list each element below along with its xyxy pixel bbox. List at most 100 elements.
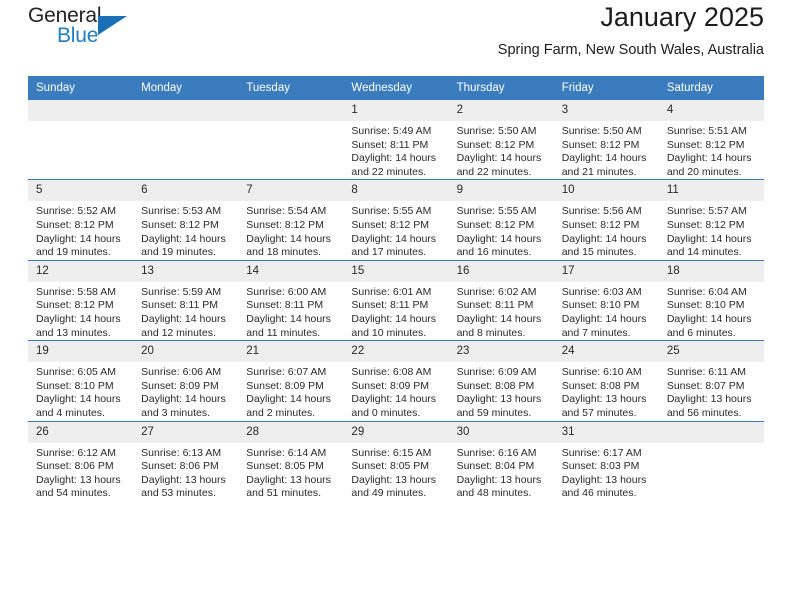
day-details: Sunrise: 6:12 AM Sunset: 8:06 PM Daylight:…	[28, 443, 133, 501]
calendar-day-cell[interactable]: 6 Sunrise: 5:53 AM Sunset: 8:12 PM Daylight…	[133, 179, 239, 261]
daylight-duration-line2: and 18 minutes.	[246, 246, 321, 259]
day-number: 5	[28, 180, 134, 202]
calendar-day-cell[interactable]: 26 Sunrise: 6:12 AM Sunset: 8:06 PM Dayligh…	[28, 420, 134, 501]
page-header: General Blue January 2025 Spring Farm, N…	[28, 0, 764, 72]
daylight-duration-line1: Daylight: 14 hours	[246, 232, 331, 245]
calendar-day-cell[interactable]: 27 Sunrise: 6:13 AM Sunset: 8:06 PM Dayligh…	[133, 420, 239, 501]
sunrise-time: Sunrise: 6:17 AM	[561, 446, 642, 459]
daylight-duration-line2: and 21 minutes.	[561, 165, 637, 178]
daylight-duration-line1: Daylight: 14 hours	[561, 232, 647, 245]
day-details: Sunrise: 5:53 AM Sunset: 8:12 PM Daylight:…	[133, 201, 238, 259]
day-number: 10	[553, 180, 659, 202]
weekday-header-sunday: Sunday	[28, 76, 134, 100]
calendar-day-cell[interactable]: 7 Sunrise: 5:54 AM Sunset: 8:12 PM Daylight…	[238, 179, 344, 261]
sunset-time: Sunset: 8:12 PM	[666, 138, 745, 151]
calendar-day-cell[interactable]: 1 Sunrise: 5:49 AM Sunset: 8:11 PM Daylight…	[343, 100, 449, 180]
calendar-day-cell[interactable]: 2 Sunrise: 5:50 AM Sunset: 8:12 PM Daylight…	[448, 100, 554, 180]
sunset-time: Sunset: 8:12 PM	[36, 218, 114, 231]
sunrise-time: Sunrise: 6:11 AM	[666, 366, 747, 379]
calendar-day-cell[interactable]: 31 Sunrise: 6:17 AM Sunset: 8:03 PM Dayligh…	[553, 420, 659, 501]
day-details: Sunrise: 5:58 AM Sunset: 8:12 PM Daylight:…	[28, 282, 133, 340]
calendar-day-cell[interactable]: 17 Sunrise: 6:03 AM Sunset: 8:10 PM Dayligh…	[553, 259, 659, 341]
daylight-duration-line2: and 16 minutes.	[456, 246, 532, 259]
calendar-day-cell[interactable]: 9 Sunrise: 5:55 AM Sunset: 8:12 PM Daylight…	[448, 179, 554, 261]
sunrise-time: Sunrise: 5:50 AM	[456, 125, 537, 137]
sunrise-time: Sunrise: 6:05 AM	[36, 366, 116, 379]
sunrise-time: Sunrise: 5:51 AM	[666, 125, 747, 137]
sunset-time: Sunset: 8:12 PM	[666, 218, 745, 231]
sunrise-time: Sunrise: 5:58 AM	[36, 285, 116, 298]
day-details: Sunrise: 5:55 AM Sunset: 8:12 PM Daylight:…	[449, 201, 554, 259]
calendar-day-cell[interactable]: 5 Sunrise: 5:52 AM Sunset: 8:12 PM Daylight…	[28, 179, 134, 261]
calendar-day-cell[interactable]: 15 Sunrise: 6:01 AM Sunset: 8:11 PM Dayligh…	[343, 259, 449, 341]
daylight-duration-line2: and 17 minutes.	[351, 246, 427, 259]
sunset-time: Sunset: 8:08 PM	[456, 379, 535, 392]
daylight-duration-line2: and 15 minutes.	[561, 246, 637, 259]
calendar-day-cell[interactable]: 10 Sunrise: 5:56 AM Sunset: 8:12 PM Dayligh…	[553, 179, 659, 261]
calendar-day-cell[interactable]: 24 Sunrise: 6:10 AM Sunset: 8:08 PM Dayligh…	[553, 340, 659, 421]
daylight-duration-line2: and 56 minutes.	[666, 406, 742, 419]
calendar-day-cell[interactable]: 14 Sunrise: 6:00 AM Sunset: 8:11 PM Dayligh…	[238, 259, 344, 341]
calendar-day-cell[interactable]: 30 Sunrise: 6:16 AM Sunset: 8:04 PM Dayligh…	[448, 420, 554, 501]
calendar-day-cell[interactable]: 13 Sunrise: 5:59 AM Sunset: 8:11 PM Dayligh…	[133, 259, 239, 341]
calendar-body: 1 Sunrise: 5:49 AM Sunset: 8:11 PM Daylight…	[28, 100, 764, 501]
calendar-day-cell[interactable]: 8 Sunrise: 5:55 AM Sunset: 8:12 PM Daylight…	[343, 179, 449, 261]
sunrise-time: Sunrise: 6:04 AM	[666, 285, 747, 298]
sunset-time: Sunset: 8:09 PM	[141, 379, 219, 392]
sunrise-time: Sunrise: 6:03 AM	[561, 285, 642, 298]
calendar-day-cell[interactable]: 28 Sunrise: 6:14 AM Sunset: 8:05 PM Dayligh…	[238, 420, 344, 501]
calendar-day-cell[interactable]: 23 Sunrise: 6:09 AM Sunset: 8:08 PM Dayligh…	[448, 340, 554, 421]
day-number: 23	[448, 341, 554, 363]
calendar-day-cell[interactable]: 12 Sunrise: 5:58 AM Sunset: 8:12 PM Dayligh…	[28, 259, 134, 341]
day-number: 19	[28, 341, 134, 363]
calendar-day-cell[interactable]: 18 Sunrise: 6:04 AM Sunset: 8:10 PM Dayligh…	[658, 259, 764, 341]
daylight-duration-line1: Daylight: 13 hours	[246, 473, 331, 486]
daylight-duration-line1: Daylight: 13 hours	[456, 473, 542, 486]
sunset-time: Sunset: 8:08 PM	[561, 379, 640, 392]
calendar-cell-empty	[658, 420, 764, 501]
daylight-duration-line1: Daylight: 14 hours	[456, 152, 542, 165]
day-details: Sunrise: 6:03 AM Sunset: 8:10 PM Daylight:…	[554, 282, 659, 340]
daylight-duration-line2: and 0 minutes.	[351, 406, 421, 419]
day-number: 7	[238, 180, 344, 202]
day-details: Sunrise: 5:50 AM Sunset: 8:12 PM Daylight:…	[449, 121, 554, 179]
day-details: Sunrise: 6:07 AM Sunset: 8:09 PM Daylight:…	[238, 362, 343, 420]
daylight-duration-line2: and 6 minutes.	[666, 326, 736, 339]
brand-logo[interactable]: General Blue	[28, 4, 140, 52]
daylight-duration-line1: Daylight: 13 hours	[561, 393, 647, 406]
day-details: Sunrise: 6:05 AM Sunset: 8:10 PM Daylight:…	[28, 362, 133, 420]
day-number: 12	[28, 260, 134, 282]
day-number: 17	[553, 260, 659, 282]
calendar-day-cell[interactable]: 16 Sunrise: 6:02 AM Sunset: 8:11 PM Dayligh…	[448, 259, 554, 341]
day-details: Sunrise: 6:08 AM Sunset: 8:09 PM Daylight:…	[343, 362, 448, 420]
sunset-time: Sunset: 8:12 PM	[351, 218, 430, 231]
sunrise-time: Sunrise: 6:09 AM	[456, 366, 537, 379]
day-number: 14	[238, 260, 344, 282]
day-details: Sunrise: 5:50 AM Sunset: 8:12 PM Daylight:…	[554, 121, 659, 179]
daylight-duration-line2: and 59 minutes.	[456, 406, 532, 419]
calendar-day-cell[interactable]: 22 Sunrise: 6:08 AM Sunset: 8:09 PM Dayligh…	[343, 340, 449, 421]
sunrise-time: Sunrise: 6:00 AM	[246, 285, 327, 298]
calendar-day-cell[interactable]: 25 Sunrise: 6:11 AM Sunset: 8:07 PM Dayligh…	[658, 340, 764, 421]
sunset-time: Sunset: 8:12 PM	[141, 218, 219, 231]
calendar-day-cell[interactable]: 19 Sunrise: 6:05 AM Sunset: 8:10 PM Dayligh…	[28, 340, 134, 421]
calendar-day-cell[interactable]: 21 Sunrise: 6:07 AM Sunset: 8:09 PM Dayligh…	[238, 340, 344, 421]
day-details: Sunrise: 6:11 AM Sunset: 8:07 PM Daylight:…	[659, 362, 764, 420]
calendar-day-cell[interactable]: 29 Sunrise: 6:15 AM Sunset: 8:05 PM Dayligh…	[343, 420, 449, 501]
day-details: Sunrise: 6:02 AM Sunset: 8:11 PM Daylight:…	[449, 282, 554, 340]
calendar-day-cell[interactable]: 4 Sunrise: 5:51 AM Sunset: 8:12 PM Daylight…	[658, 100, 764, 180]
calendar-day-cell[interactable]: 11 Sunrise: 5:57 AM Sunset: 8:12 PM Dayligh…	[658, 179, 764, 261]
day-details: Sunrise: 5:55 AM Sunset: 8:12 PM Daylight:…	[343, 201, 448, 259]
sunrise-time: Sunrise: 6:13 AM	[141, 446, 222, 459]
calendar-day-cell[interactable]: 3 Sunrise: 5:50 AM Sunset: 8:12 PM Daylight…	[553, 100, 659, 180]
daylight-duration-line1: Daylight: 14 hours	[141, 312, 226, 325]
day-number: 25	[658, 341, 764, 363]
daylight-duration-line2: and 14 minutes.	[666, 246, 742, 259]
daylight-duration-line2: and 7 minutes.	[561, 326, 631, 339]
day-details: Sunrise: 5:57 AM Sunset: 8:12 PM Daylight:…	[659, 201, 764, 259]
daylight-duration-line1: Daylight: 13 hours	[561, 473, 647, 486]
daylight-duration-line2: and 57 minutes.	[561, 406, 637, 419]
calendar-day-cell[interactable]: 20 Sunrise: 6:06 AM Sunset: 8:09 PM Dayligh…	[133, 340, 239, 421]
daylight-duration-line2: and 2 minutes.	[246, 406, 316, 419]
daylight-duration-line1: Daylight: 14 hours	[246, 312, 331, 325]
